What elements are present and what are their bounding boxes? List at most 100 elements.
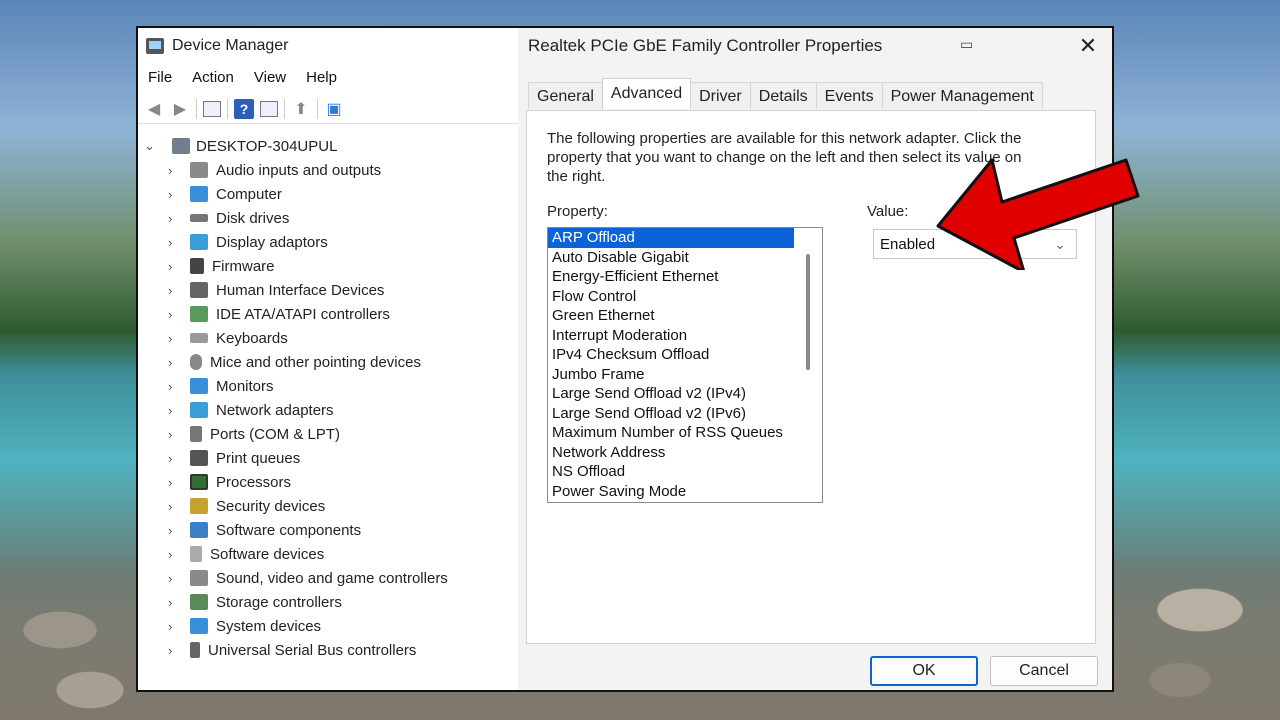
chevron-right-icon[interactable]: › [168, 211, 182, 226]
toolbar-separator [196, 98, 197, 119]
list-scrollbar[interactable] [806, 254, 810, 370]
tab-details[interactable]: Details [749, 82, 817, 109]
security-key-icon [190, 498, 208, 514]
value-dropdown-text: Enabled [880, 235, 936, 253]
chevron-right-icon[interactable]: › [168, 499, 182, 514]
property-item[interactable]: Network Address [548, 443, 822, 463]
property-item[interactable]: Jumbo Frame [548, 365, 822, 385]
chevron-right-icon[interactable]: › [168, 259, 182, 274]
chevron-right-icon[interactable]: › [168, 523, 182, 538]
property-item[interactable]: Energy-Efficient Ethernet [548, 267, 822, 287]
show-hide-console-tree-icon[interactable] [203, 100, 221, 117]
tab-advanced[interactable]: Advanced [601, 78, 692, 109]
tree-item-hid[interactable]: › Human Interface Devices [168, 278, 384, 302]
forward-icon[interactable]: ▶ [170, 99, 190, 119]
speaker-icon [190, 570, 208, 586]
tree-item-label: Display adaptors [216, 233, 328, 251]
tree-root[interactable]: ⌄ DESKTOP-304UPUL [144, 134, 337, 158]
chevron-right-icon[interactable]: › [168, 163, 182, 178]
tree-item-software-devices[interactable]: › Software devices [168, 542, 324, 566]
chevron-right-icon[interactable]: › [168, 451, 182, 466]
menu-action[interactable]: Action [182, 66, 244, 90]
tree-item-software-components[interactable]: › Software components [168, 518, 361, 542]
chevron-right-icon[interactable]: › [168, 403, 182, 418]
tree-item-network-adapters[interactable]: › Network adapters [168, 398, 334, 422]
menu-help[interactable]: Help [296, 66, 347, 90]
chevron-right-icon[interactable]: › [168, 595, 182, 610]
tree-item-label: Ports (COM & LPT) [210, 425, 341, 443]
tree-item-mice[interactable]: › Mice and other pointing devices [168, 350, 421, 374]
property-item-selected[interactable]: ARP Offload [548, 228, 794, 248]
tree-item-print-queues[interactable]: › Print queues [168, 446, 300, 470]
property-item[interactable]: Flow Control [548, 287, 822, 307]
chevron-right-icon[interactable]: › [168, 619, 182, 634]
help-icon[interactable]: ? [234, 98, 254, 119]
property-item[interactable]: Auto Disable Gigabit [548, 248, 822, 268]
tree-item-sound[interactable]: › Sound, video and game controllers [168, 566, 448, 590]
display-adapter-icon [190, 234, 208, 250]
property-item[interactable]: Green Ethernet [548, 306, 822, 326]
device-manager-window: Device Manager File Action View Help ◀ ▶… [138, 28, 518, 690]
tab-driver[interactable]: Driver [690, 82, 751, 109]
monitor-icon [190, 186, 208, 202]
property-item[interactable]: Power Saving Mode [548, 482, 822, 502]
property-item[interactable]: Large Send Offload v2 (IPv6) [548, 404, 822, 424]
chevron-right-icon[interactable]: › [168, 547, 182, 562]
toolbar-separator [227, 98, 228, 119]
toolbar: ◀ ▶ ? ⬆ ▣ [138, 94, 518, 124]
chevron-right-icon[interactable]: › [168, 427, 182, 442]
menu-file[interactable]: File [138, 66, 182, 90]
cancel-button[interactable]: Cancel [990, 656, 1098, 686]
chevron-right-icon[interactable]: › [168, 187, 182, 202]
tab-general[interactable]: General [528, 82, 603, 109]
chevron-right-icon[interactable]: › [168, 235, 182, 250]
tree-item-label: System devices [216, 617, 322, 635]
chevron-right-icon[interactable]: › [168, 571, 182, 586]
tree-item-label: Processors [216, 473, 292, 491]
chevron-down-icon[interactable]: ⌄ [144, 138, 158, 154]
hid-icon [190, 282, 208, 298]
toolbar-separator [317, 98, 318, 119]
tree-item-label: Audio inputs and outputs [216, 161, 382, 179]
tree-item-processors[interactable]: › Processors [168, 470, 291, 494]
property-list[interactable]: ARP Offload Auto Disable Gigabit Energy-… [547, 227, 823, 503]
properties-icon[interactable] [260, 100, 278, 117]
tree-item-firmware[interactable]: › Firmware [168, 254, 275, 278]
tree-item-security-devices[interactable]: › Security devices [168, 494, 325, 518]
tree-item-keyboards[interactable]: › Keyboards [168, 326, 288, 350]
tree-item-system-devices[interactable]: › System devices [168, 614, 321, 638]
tree-item-storage-controllers[interactable]: › Storage controllers [168, 590, 342, 614]
chevron-right-icon[interactable]: › [168, 379, 182, 394]
chevron-right-icon[interactable]: › [168, 643, 182, 658]
disk-drive-icon [190, 214, 208, 222]
tree-item-audio[interactable]: › Audio inputs and outputs [168, 158, 381, 182]
ok-button[interactable]: OK [870, 656, 978, 686]
tab-power-management[interactable]: Power Management [881, 82, 1043, 109]
property-item[interactable]: Large Send Offload v2 (IPv4) [548, 384, 822, 404]
keyboard-icon [190, 333, 208, 343]
tree-item-computer[interactable]: › Computer [168, 182, 282, 206]
tree-item-ports[interactable]: › Ports (COM & LPT) [168, 422, 340, 446]
window-snap-icon[interactable]: ▭ [960, 36, 973, 53]
chevron-right-icon[interactable]: › [168, 283, 182, 298]
property-item[interactable]: Interrupt Moderation [548, 326, 822, 346]
property-item[interactable]: Maximum Number of RSS Queues [548, 423, 822, 443]
update-driver-icon[interactable]: ⬆ [291, 99, 311, 119]
tree-item-monitors[interactable]: › Monitors [168, 374, 274, 398]
tree-item-usb[interactable]: › Universal Serial Bus controllers [168, 638, 416, 662]
tree-item-disk-drives[interactable]: › Disk drives [168, 206, 289, 230]
property-item[interactable]: NS Offload [548, 462, 822, 482]
property-item[interactable]: IPv4 Checksum Offload [548, 345, 822, 365]
tree-item-display-adaptors[interactable]: › Display adaptors [168, 230, 328, 254]
close-icon[interactable]: ✕ [1074, 32, 1102, 60]
tree-item-ide[interactable]: › IDE ATA/ATAPI controllers [168, 302, 390, 326]
menu-view[interactable]: View [244, 66, 296, 90]
tab-events[interactable]: Events [815, 82, 883, 109]
chevron-right-icon[interactable]: › [168, 307, 182, 322]
back-icon[interactable]: ◀ [144, 99, 164, 119]
chevron-right-icon[interactable]: › [168, 331, 182, 346]
chevron-right-icon[interactable]: › [168, 355, 182, 370]
scan-hardware-icon[interactable]: ▣ [324, 99, 344, 119]
chevron-right-icon[interactable]: › [168, 475, 182, 490]
toolbar-separator [284, 98, 285, 119]
